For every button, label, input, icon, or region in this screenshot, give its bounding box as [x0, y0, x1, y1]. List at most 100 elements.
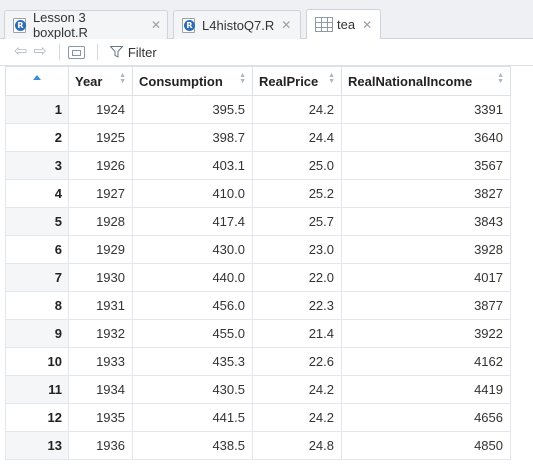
table-cell: 438.5	[132, 431, 253, 460]
table-cell: 3640	[341, 123, 511, 152]
sort-icon: ▲ ▼	[239, 72, 246, 85]
table-row[interactable]: 1 1924 395.5 24.2 3391	[5, 95, 511, 124]
table-cell: 455.0	[132, 319, 253, 348]
row-number-cell: 12	[5, 403, 69, 432]
table-cell: 1924	[68, 95, 133, 124]
header-row: Year ▲ ▼ Consumption ▲ ▼ RealPrice ▲ ▼ RealNat…	[5, 66, 511, 96]
row-number-cell: 8	[5, 291, 69, 320]
row-number-cell: 10	[5, 347, 69, 376]
table-cell: 1931	[68, 291, 133, 320]
table-cell: 3843	[341, 207, 511, 236]
table-cell: 410.0	[132, 179, 253, 208]
forward-arrow-icon[interactable]: ⇨	[33, 44, 46, 60]
tab-label: tea	[337, 17, 356, 32]
funnel-icon	[109, 46, 123, 58]
row-number-cell: 5	[5, 207, 69, 236]
table-row[interactable]: 2 1925 398.7 24.4 3640	[5, 123, 511, 152]
table-cell: 4850	[341, 431, 511, 460]
data-viewer-toolbar: ⇦ ⇨ Filter	[0, 39, 533, 66]
table-row[interactable]: 5 1928 417.4 25.7 3843	[5, 207, 511, 236]
table-cell: 1934	[68, 375, 133, 404]
table-cell: 24.2	[252, 375, 342, 404]
table-cell: 441.5	[132, 403, 253, 432]
table-row[interactable]: 10 1933 435.3 22.6 4162	[5, 347, 511, 376]
row-number-cell: 9	[5, 319, 69, 348]
table-cell: 23.0	[252, 235, 342, 264]
tab-l4histoq7[interactable]: R L4histoQ7.R ✕	[173, 10, 301, 39]
table-body: 1 1924 395.5 24.2 3391 2 1925 398.7 24.4 3640 3 192…	[5, 95, 511, 460]
row-number-cell: 3	[5, 151, 69, 180]
table-cell: 22.3	[252, 291, 342, 320]
row-number-cell: 2	[5, 123, 69, 152]
editor-tab-bar: R Lesson 3 boxplot.R ✕ R L4histoQ7.R ✕ t…	[0, 0, 533, 40]
row-number-cell: 11	[5, 375, 69, 404]
filter-button[interactable]: Filter	[109, 44, 157, 60]
table-cell: 3877	[341, 291, 511, 320]
table-cell: 1927	[68, 179, 133, 208]
close-icon[interactable]: ✕	[281, 19, 291, 31]
toolbar-divider	[96, 44, 98, 60]
table-row[interactable]: 8 1931 456.0 22.3 3877	[5, 291, 511, 320]
sort-icon: ▲ ▼	[497, 72, 504, 85]
sort-ascending-icon	[33, 75, 41, 80]
table-row[interactable]: 13 1936 438.5 24.8 4850	[5, 431, 511, 460]
r-file-icon: R	[13, 17, 28, 33]
table-row[interactable]: 6 1929 430.0 23.0 3928	[5, 235, 511, 264]
close-icon[interactable]: ✕	[362, 19, 372, 31]
filter-label: Filter	[127, 44, 157, 60]
table-row[interactable]: 9 1932 455.0 21.4 3922	[5, 319, 511, 348]
table-cell: 417.4	[132, 207, 253, 236]
table-cell: 1926	[68, 151, 133, 180]
table-cell: 3567	[341, 151, 511, 180]
close-icon[interactable]: ✕	[151, 19, 161, 31]
r-file-icon: R	[182, 17, 197, 33]
table-cell: 398.7	[132, 123, 253, 152]
table-cell: 1930	[68, 263, 133, 292]
table-cell: 435.3	[132, 347, 253, 376]
data-grid-icon	[315, 17, 333, 32]
table-cell: 440.0	[132, 263, 253, 292]
table-cell: 22.0	[252, 263, 342, 292]
table-cell: 24.4	[252, 123, 342, 152]
table-row[interactable]: 7 1930 440.0 22.0 4017	[5, 263, 511, 292]
table-row[interactable]: 11 1934 430.5 24.2 4419	[5, 375, 511, 404]
column-header-realnationalincome[interactable]: RealNationalIncome ▲ ▼	[341, 66, 511, 96]
popout-window-icon[interactable]	[67, 45, 85, 59]
table-cell: 24.8	[252, 431, 342, 460]
table-cell: 4162	[341, 347, 511, 376]
back-arrow-icon[interactable]: ⇦	[14, 44, 27, 60]
table-cell: 3391	[341, 95, 511, 124]
table-cell: 25.2	[252, 179, 342, 208]
table-row[interactable]: 3 1926 403.1 25.0 3567	[5, 151, 511, 180]
row-number-cell: 1	[5, 95, 69, 124]
tab-lesson3-boxplot[interactable]: R Lesson 3 boxplot.R ✕	[4, 10, 168, 40]
table-cell: 3922	[341, 319, 511, 348]
table-row[interactable]: 12 1935 441.5 24.2 4656	[5, 403, 511, 432]
data-table: Year ▲ ▼ Consumption ▲ ▼ RealPrice ▲ ▼ RealNat…	[5, 66, 511, 460]
table-cell: 1936	[68, 431, 133, 460]
table-cell: 456.0	[132, 291, 253, 320]
table-cell: 3928	[341, 235, 511, 264]
column-header-realprice[interactable]: RealPrice ▲ ▼	[252, 66, 342, 96]
table-cell: 25.0	[252, 151, 342, 180]
column-header-year[interactable]: Year ▲ ▼	[68, 66, 133, 96]
sort-icon: ▲ ▼	[119, 72, 126, 85]
table-cell: 21.4	[252, 319, 342, 348]
column-header-consumption[interactable]: Consumption ▲ ▼	[132, 66, 253, 96]
row-number-cell: 13	[5, 431, 69, 460]
table-cell: 430.0	[132, 235, 253, 264]
tab-label: Lesson 3 boxplot.R	[32, 10, 88, 40]
row-number-cell: 6	[5, 235, 69, 264]
table-cell: 24.2	[252, 403, 342, 432]
table-cell: 22.6	[252, 347, 342, 376]
row-number-cell: 7	[5, 263, 69, 292]
table-row[interactable]: 4 1927 410.0 25.2 3827	[5, 179, 511, 208]
table-cell: 3827	[341, 179, 511, 208]
table-cell: 395.5	[132, 95, 253, 124]
table-cell: 1925	[68, 123, 133, 152]
table-cell: 1933	[68, 347, 133, 376]
table-cell: 1928	[68, 207, 133, 236]
row-number-header[interactable]	[5, 66, 69, 96]
tab-tea[interactable]: tea ✕	[306, 9, 381, 39]
table-cell: 1932	[68, 319, 133, 348]
